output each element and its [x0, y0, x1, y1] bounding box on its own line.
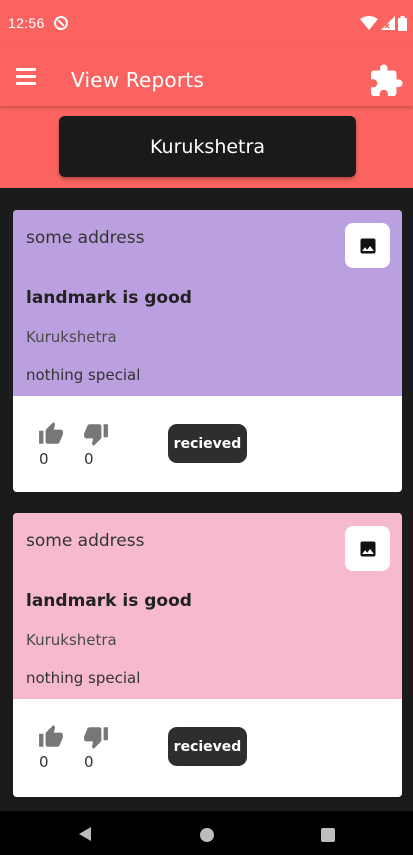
report-card[interactable]: some address landmark is good Kurukshetr…	[13, 210, 402, 492]
do-not-disturb-icon	[54, 16, 68, 30]
report-city: Kurukshetra	[26, 631, 117, 649]
report-card-header: some address landmark is good Kurukshetr…	[13, 210, 402, 396]
status-badge: recieved	[168, 424, 247, 463]
page-title: View Reports	[71, 68, 204, 92]
city-select-button[interactable]: Kurukshetra	[59, 116, 356, 177]
thumbs-up-icon[interactable]	[38, 724, 64, 750]
app-bar: View Reports	[0, 48, 413, 106]
back-icon[interactable]	[77, 826, 93, 842]
status-time: 12:56	[8, 15, 45, 31]
image-icon	[360, 238, 375, 253]
home-icon[interactable]	[200, 828, 214, 842]
report-address: some address	[26, 228, 145, 248]
wifi-icon	[360, 16, 378, 30]
thumbs-down-icon[interactable]	[83, 421, 109, 447]
view-image-button[interactable]	[345, 526, 390, 571]
puzzle-icon[interactable]	[368, 63, 404, 99]
report-card[interactable]: some address landmark is good Kurukshetr…	[13, 513, 402, 797]
header-band: Kurukshetra	[0, 106, 413, 188]
thumbs-up-icon[interactable]	[38, 421, 64, 447]
signal-icon	[381, 16, 395, 30]
dislike-count: 0	[84, 753, 94, 771]
report-landmark: landmark is good	[26, 288, 192, 308]
report-address: some address	[26, 531, 145, 551]
recent-apps-icon[interactable]	[321, 828, 335, 842]
status-bar: 12:56	[0, 0, 413, 48]
report-note: nothing special	[26, 669, 141, 687]
report-card-footer: 0 0 recieved	[13, 699, 402, 797]
status-icons	[360, 14, 407, 32]
system-nav-bar	[0, 811, 413, 855]
image-icon	[360, 541, 375, 556]
status-badge: recieved	[168, 727, 247, 766]
thumbs-down-icon[interactable]	[83, 724, 109, 750]
battery-icon	[398, 15, 407, 31]
dislike-count: 0	[84, 450, 94, 468]
report-card-footer: 0 0 recieved	[13, 396, 402, 492]
report-card-header: some address landmark is good Kurukshetr…	[13, 513, 402, 699]
report-note: nothing special	[26, 366, 141, 384]
menu-icon[interactable]	[16, 68, 38, 86]
like-count: 0	[39, 450, 49, 468]
view-image-button[interactable]	[345, 223, 390, 268]
like-count: 0	[39, 753, 49, 771]
report-city: Kurukshetra	[26, 328, 117, 346]
report-landmark: landmark is good	[26, 591, 192, 611]
